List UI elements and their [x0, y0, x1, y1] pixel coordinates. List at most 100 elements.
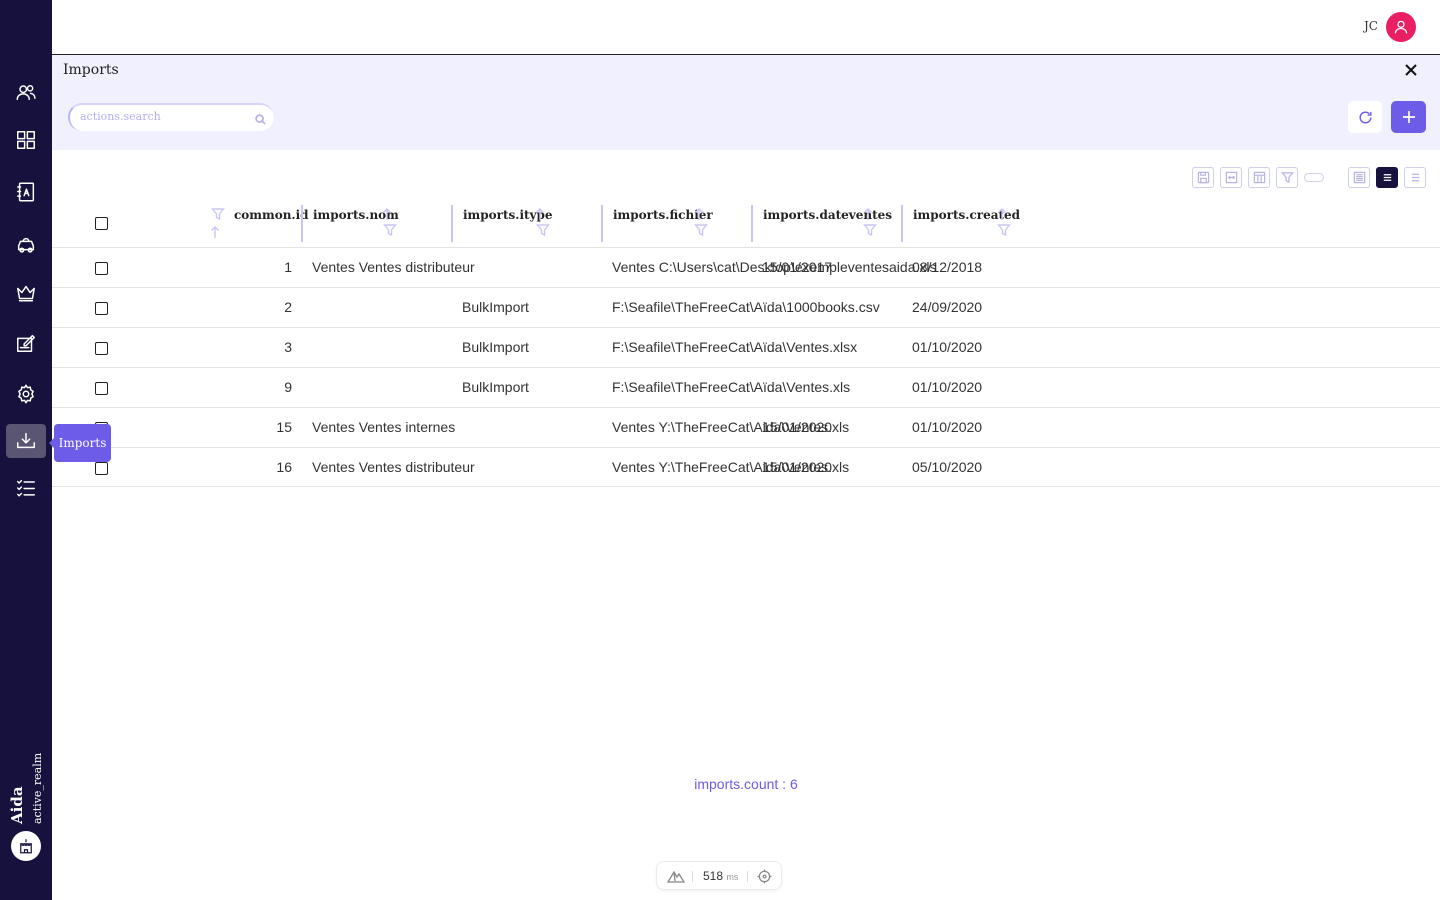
column-label: common.id [234, 208, 309, 222]
cell-fichier: F:\Seafile\TheFreeCat\Aïda\1000books.csv [612, 299, 880, 315]
close-button[interactable] [1402, 61, 1420, 79]
table-row[interactable]: 9 BulkImport F:\Seafile\TheFreeCat\Aïda\… [52, 367, 1440, 407]
row-checkbox[interactable] [95, 462, 108, 475]
column-divider[interactable] [751, 205, 753, 242]
cell-created: 24/09/2020 [912, 299, 983, 315]
cell-id: 16 [276, 459, 292, 475]
sidebar: Aida active_realm [0, 0, 52, 900]
sort-icon[interactable] [533, 207, 547, 221]
filter-icon [1280, 172, 1294, 184]
refresh-button[interactable] [1348, 101, 1382, 133]
sort-asc-icon[interactable] [208, 225, 222, 239]
column-header-created[interactable]: imports.created [913, 205, 1051, 243]
column-divider[interactable] [901, 205, 903, 242]
row-checkbox[interactable] [95, 382, 108, 395]
column-header-nom[interactable]: imports.nom [313, 205, 451, 243]
density-standard-button[interactable] [1376, 167, 1398, 188]
user-icon [1394, 20, 1408, 34]
row-checkbox[interactable] [95, 262, 108, 275]
gear-icon[interactable] [6, 377, 46, 411]
panel-header: Imports [52, 55, 1440, 150]
filter-toggle[interactable] [1304, 173, 1324, 182]
divider [747, 871, 748, 882]
contacts-book-icon[interactable] [6, 175, 46, 209]
search-icon[interactable] [255, 112, 266, 125]
column-header-fichier[interactable]: imports.fichier [613, 205, 751, 243]
user-initials: JC [1364, 19, 1378, 33]
cell-dateventes: 15/01/2017 [762, 259, 833, 275]
column-header-itype[interactable]: imports.itype [463, 205, 601, 243]
cell-itype: BulkImport [462, 299, 529, 315]
search-box [68, 103, 274, 131]
car-icon[interactable] [6, 228, 46, 262]
cell-dateventes: 15/01/2020 [762, 459, 833, 475]
checklist-icon[interactable] [6, 471, 46, 505]
columns-button[interactable] [1248, 167, 1270, 188]
crosshair-icon[interactable] [757, 869, 772, 884]
row-checkbox[interactable] [95, 302, 108, 315]
sort-icon[interactable] [861, 207, 875, 221]
table-row[interactable]: 16 Ventes Ventes distributeur Ventes Y:\… [52, 447, 1440, 487]
column-header-id[interactable]: common.id [205, 205, 309, 243]
cell-itype: BulkImport [462, 379, 529, 395]
save-icon [1197, 171, 1209, 184]
cell-fichier: F:\Seafile\TheFreeCat\Aïda\Ventes.xls [612, 379, 851, 395]
cell-nom: Ventes Ventes distributeur [312, 259, 475, 275]
sort-icon[interactable] [995, 207, 1009, 221]
filter-icon[interactable] [536, 223, 550, 237]
filter-icon[interactable] [694, 223, 708, 237]
filter-icon[interactable] [211, 207, 225, 221]
cell-created: 05/10/2020 [912, 459, 983, 475]
density-standard-icon [1383, 174, 1391, 181]
cell-id: 3 [284, 339, 292, 355]
search-input[interactable] [80, 110, 240, 123]
cell-created: 01/10/2020 [912, 339, 983, 355]
density-compact-icon [1353, 171, 1365, 184]
row-checkbox[interactable] [95, 342, 108, 355]
sort-icon[interactable] [692, 207, 706, 221]
cell-itype: BulkImport [462, 339, 529, 355]
save-view-button[interactable] [1192, 167, 1214, 188]
dashboard-icon[interactable] [6, 123, 46, 157]
select-all-checkbox[interactable] [95, 217, 108, 230]
column-width-icon [1225, 171, 1237, 184]
castle-icon[interactable] [11, 831, 41, 861]
performance-widget: 518 ms [656, 861, 782, 890]
cell-created: 08/12/2018 [912, 259, 983, 275]
columns-icon [1253, 171, 1265, 184]
cell-id: 2 [284, 299, 292, 315]
filter-icon[interactable] [997, 223, 1011, 237]
brand-name: Aida [8, 786, 26, 824]
users-icon[interactable] [6, 75, 46, 109]
render-time: 518 ms [703, 869, 738, 883]
sort-icon[interactable] [380, 207, 394, 221]
density-comfortable-button[interactable] [1404, 167, 1426, 188]
top-bar: JC [52, 0, 1440, 55]
density-compact-button[interactable] [1348, 167, 1370, 188]
record-count: imports.count : 6 [694, 776, 798, 792]
plus-icon [1402, 111, 1415, 123]
filter-button[interactable] [1276, 167, 1298, 188]
cell-created: 01/10/2020 [912, 419, 983, 435]
avatar[interactable] [1386, 12, 1416, 42]
column-header-dateventes[interactable]: imports.dateventes [763, 205, 901, 243]
page-title: Imports [63, 62, 119, 78]
column-divider[interactable] [451, 205, 453, 242]
table-row[interactable]: 15 Ventes Ventes internes Ventes Y:\TheF… [52, 407, 1440, 447]
download-tray-icon[interactable] [6, 424, 46, 458]
filter-icon[interactable] [863, 223, 877, 237]
refresh-icon [1358, 111, 1372, 123]
column-divider[interactable] [301, 205, 303, 242]
column-divider[interactable] [601, 205, 603, 242]
filter-icon[interactable] [383, 223, 397, 237]
table-row[interactable]: 3 BulkImport F:\Seafile\TheFreeCat\Aïda\… [52, 327, 1440, 367]
add-button[interactable] [1391, 101, 1426, 133]
report-edit-icon[interactable] [6, 326, 46, 360]
density-comfortable-icon [1411, 173, 1419, 182]
fit-columns-button[interactable] [1220, 167, 1242, 188]
table-row[interactable]: 2 BulkImport F:\Seafile\TheFreeCat\Aïda\… [52, 287, 1440, 327]
table-row[interactable]: 1 Ventes Ventes distributeur Ventes C:\U… [52, 247, 1440, 287]
crown-icon[interactable] [6, 276, 46, 310]
cell-id: 15 [276, 419, 292, 435]
mountain-logo-icon[interactable] [666, 869, 686, 883]
